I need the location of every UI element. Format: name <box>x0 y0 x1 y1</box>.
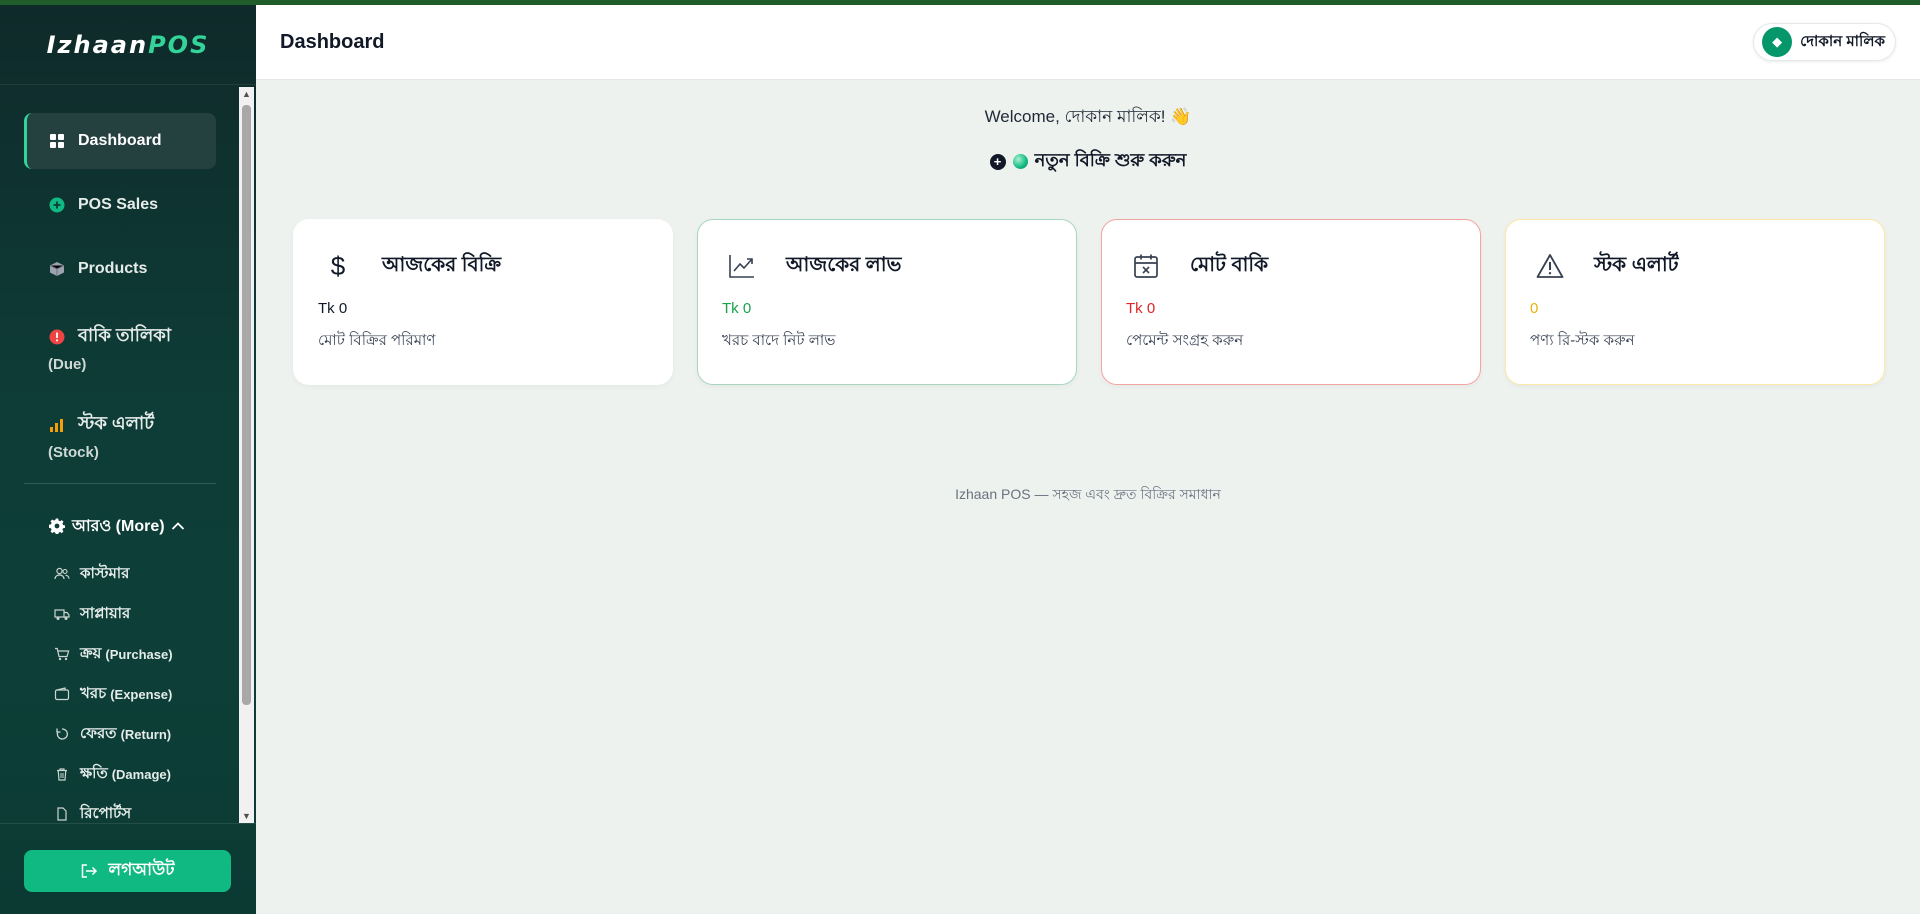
brand-logo[interactable]: Izhaan POS <box>0 5 256 85</box>
submenu-item-expense[interactable]: খরচ (Expense) <box>24 674 236 714</box>
card-description: খরচ বাদে নিট লাভ <box>722 332 836 349</box>
footer-tagline: Izhaan POS — সহজ এবং দ্রুত বিক্রির সমাধা… <box>955 486 1221 502</box>
submenu-label: ক্ষতি <box>80 764 108 782</box>
card-value: Tk 0 <box>318 300 348 317</box>
new-sale-row: + নতুন বিক্রি শুরু করুন <box>256 146 1920 177</box>
submenu-item-customer[interactable]: কাস্টমার <box>24 554 236 594</box>
sidebar-item-products[interactable]: Products <box>24 241 216 297</box>
logout-button[interactable]: লগআউট <box>24 850 231 892</box>
new-sale-link[interactable]: + নতুন বিক্রি শুরু করুন <box>989 146 1187 177</box>
trash-icon <box>54 766 70 782</box>
top-accent-line <box>0 0 1920 5</box>
submenu-label: ফেরত <box>80 724 117 742</box>
welcome-message: Welcome, দোকান মালিক! 👋 <box>984 107 1192 126</box>
submenu-label: সাপ্লায়ার <box>80 604 131 622</box>
submenu-item-damage[interactable]: ক্ষতি (Damage) <box>24 754 236 794</box>
sidebar-item-stock-alert[interactable]: স্টক এলার্ট (Stock) <box>24 393 216 473</box>
calendar-x-icon <box>1126 248 1166 284</box>
submenu-item-return[interactable]: ফেরত (Return) <box>24 714 236 754</box>
box-icon <box>48 260 66 278</box>
brand-name: Izhaan <box>46 30 149 59</box>
card-description: মোট বিক্রির পরিমাণ <box>318 332 436 349</box>
card-value: 0 <box>1530 300 1539 317</box>
card-total-due[interactable]: মোট বাকি Tk 0 পেমেন্ট সংগ্রহ করুন <box>1101 219 1481 385</box>
card-description: পেমেন্ট সংগ্রহ করুন <box>1126 332 1244 349</box>
scroll-up-arrow-icon[interactable]: ▲ <box>239 87 254 101</box>
file-icon <box>54 806 70 822</box>
alert-circle-icon <box>48 328 66 346</box>
sidebar-item-label: Dashboard <box>78 132 162 149</box>
gear-icon <box>48 517 66 535</box>
submenu-suffix: (Purchase) <box>105 646 173 662</box>
new-sale-label: নতুন বিক্রি শুরু করুন <box>1034 150 1187 170</box>
submenu-label: ক্রয় <box>80 644 102 662</box>
card-value: Tk 0 <box>722 300 752 317</box>
rotate-ccw-icon <box>54 726 70 742</box>
sidebar-item-pos-sales[interactable]: POS Sales <box>24 177 216 233</box>
sidebar-item-label: স্টক এলার্ট <box>78 413 155 433</box>
submenu-label: খরচ <box>80 684 107 702</box>
truck-icon <box>54 606 70 622</box>
sidebar-divider <box>24 483 216 484</box>
plus-icon: + <box>989 153 1006 170</box>
more-menu-toggle[interactable]: আরও (More) <box>24 508 236 544</box>
users-icon <box>54 566 70 582</box>
submenu-item-reports[interactable]: রিপোর্টস <box>24 794 236 823</box>
chevron-up-icon <box>171 521 185 531</box>
warning-icon <box>1530 248 1570 284</box>
more-menu-label: আরও (More) <box>72 517 165 535</box>
submenu-label: রিপোর্টস <box>80 804 132 822</box>
sidebar-item-sublabel: (Due) <box>48 356 87 373</box>
submenu-item-supplier[interactable]: সাপ্লায়ার <box>24 594 236 634</box>
sidebar-item-label: বাকি তালিকা <box>78 325 172 345</box>
sidebar-scrollbar[interactable]: ▲ ▼ <box>239 87 254 823</box>
submenu-suffix: (Return) <box>120 726 172 742</box>
sidebar-nav: Dashboard POS Sales Products বাকি তালিকা… <box>0 87 236 823</box>
card-title: আজকের বিক্রি <box>382 253 502 276</box>
stats-cards: $ আজকের বিক্রি Tk 0 মোট বিক্রির পরিমাণ আ… <box>293 219 1885 385</box>
logout-icon <box>80 863 98 879</box>
sidebar: IzhaanPOS Dashboard POS Sales Products <box>0 5 256 914</box>
scroll-down-arrow-icon[interactable]: ▼ <box>239 809 254 823</box>
bar-chart-icon <box>48 416 66 434</box>
card-today-profit[interactable]: আজকের লাভ Tk 0 খরচ বাদে নিট লাভ <box>697 219 1077 385</box>
sidebar-item-label: POS Sales <box>78 196 159 213</box>
card-title: স্টক এলার্ট <box>1594 253 1679 276</box>
top-header: Dashboard ◆ দোকান মালিক <box>256 5 1920 80</box>
card-title: মোট বাকি <box>1190 253 1269 276</box>
sidebar-item-dashboard[interactable]: Dashboard <box>24 113 216 169</box>
card-value: Tk 0 <box>1126 300 1156 317</box>
plus-circle-icon <box>48 196 66 214</box>
sidebar-item-label: Products <box>78 260 148 277</box>
cart-icon <box>54 646 70 662</box>
user-menu-button[interactable]: ◆ দোকান মালিক <box>1753 23 1896 61</box>
card-description: পণ্য রি-স্টক করুন <box>1530 332 1635 349</box>
card-title: আজকের লাভ <box>786 253 902 276</box>
dollar-icon: $ <box>330 250 346 281</box>
page-title: Dashboard <box>280 30 385 53</box>
submenu-item-purchase[interactable]: ক্রয় (Purchase) <box>24 634 236 674</box>
logout-label: লগআউট <box>108 860 175 879</box>
user-name: দোকান মালিক <box>1800 32 1885 50</box>
submenu-label: কাস্টমার <box>80 564 130 582</box>
card-today-sales[interactable]: $ আজকের বিক্রি Tk 0 মোট বিক্রির পরিমাণ <box>293 219 673 385</box>
scrollbar-thumb[interactable] <box>242 105 251 705</box>
submenu-suffix: (Expense) <box>110 686 173 702</box>
gem-icon <box>1012 154 1028 169</box>
main-content: Welcome, দোকান মালিক! 👋 + নতুন বিক্রি শু… <box>256 80 1920 914</box>
brand-suffix: POS <box>148 30 210 59</box>
sidebar-item-sublabel: (Stock) <box>48 444 99 461</box>
sidebar-footer: লগআউট <box>0 823 256 914</box>
wallet-icon <box>54 686 70 702</box>
submenu-suffix: (Damage) <box>111 766 171 782</box>
grid-icon <box>48 132 66 150</box>
sidebar-item-due-list[interactable]: বাকি তালিকা (Due) <box>24 305 216 385</box>
card-stock-alert[interactable]: স্টক এলার্ট 0 পণ্য রি-স্টক করুন <box>1505 219 1885 385</box>
sidebar-nav-scroll[interactable]: Dashboard POS Sales Products বাকি তালিকা… <box>0 87 256 823</box>
trending-up-icon <box>722 248 762 284</box>
avatar: ◆ <box>1762 27 1793 57</box>
